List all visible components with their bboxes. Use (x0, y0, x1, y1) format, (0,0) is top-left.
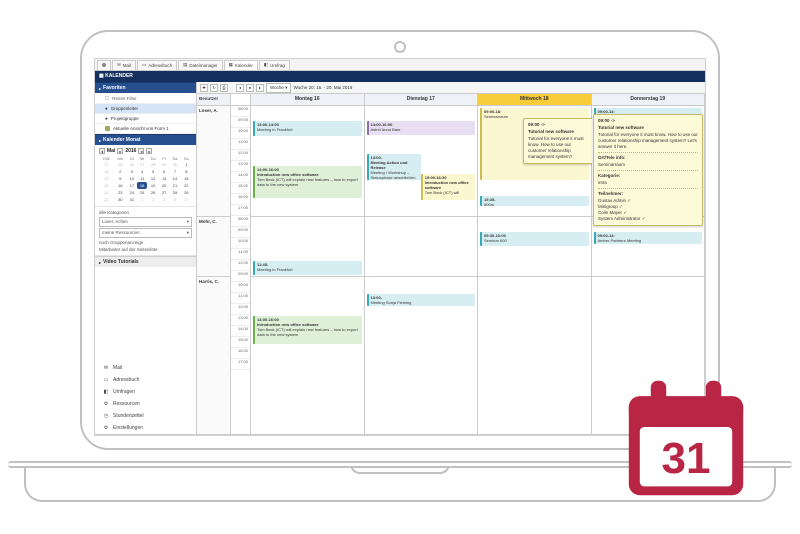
day-header-wed[interactable]: Mittwoch 18 (478, 94, 591, 106)
filter-sidelist[interactable]: Mitarbeiter auf der Seitenliste (99, 246, 192, 253)
day-header-tue[interactable]: Dienstag 17 (365, 94, 478, 106)
event[interactable]: 14:00-16:00Astrid Anna Baer (367, 121, 476, 135)
sidebar-section-favorites[interactable]: Favoriten (95, 82, 196, 93)
nav-mail[interactable]: ✉Mail (95, 362, 196, 374)
event[interactable]: 15:00-16:30Introduction new office softw… (421, 174, 475, 200)
calendar-toolbar: ✚ ↻ ⎙ ◂ ● ▸ Woche ▾ Woche 20: 16. - 20. … (197, 82, 705, 94)
nav-settings[interactable]: ⚙Einstellungen (95, 422, 196, 434)
mail-icon: ✉ (103, 365, 109, 371)
tab-home[interactable] (97, 60, 111, 70)
calendar-day-icon: 31 (620, 372, 752, 504)
filter-user-select[interactable]: Loser, Achim▾ (99, 217, 192, 227)
sidebar-filters: alle Kategorien Loser, Achim▾ meine Ress… (95, 207, 196, 256)
mini-next-month[interactable]: ▸ (117, 148, 123, 154)
event[interactable]: 14:00-16:00Introduction new office softw… (253, 166, 362, 198)
nav-resources[interactable]: ⚙Ressourcen (95, 398, 196, 410)
day-col-mon: Montag 16 13:00-14:00Meeting in Frankfur… (251, 94, 365, 434)
toolbar-today[interactable]: ● (246, 84, 254, 92)
tab-mail[interactable]: ✉ Mail (112, 60, 136, 70)
fav-item-0[interactable]: ▢ Reiner Filter (95, 93, 196, 104)
sidebar: Favoriten ▢ Reiner Filter ● Gruppenleite… (95, 82, 197, 434)
toolbar-next[interactable]: ▸ (256, 84, 264, 92)
fav-item-1[interactable]: ● Gruppenleiter (95, 104, 196, 114)
toolbar-new[interactable]: ✚ (200, 84, 208, 92)
time-column: 08:0009:0010:0011:0012:0013:0014:0015:00… (231, 94, 251, 434)
event[interactable]: 13:00-Meeting Action und ReleaseMeeting … (367, 154, 421, 180)
mini-calendar: ◂ Mai ▸ 2016 ◂ ▸ KWMoDiMiDoFrSaSo 172526… (95, 145, 196, 207)
fav-item-3[interactable]: Aktuelle Ansicht von Form 1 (95, 124, 196, 134)
footer-text: Powered by Digital-I-Development CRL 12.… (95, 434, 705, 436)
mini-prev-month[interactable]: ◂ (99, 148, 105, 154)
toolbar-refresh[interactable]: ↻ (210, 84, 218, 92)
nav-addressbook[interactable]: ▭Adressbuch (95, 374, 196, 386)
day-col-tue: Dienstag 17 14:00-16:00Astrid Anna Baer … (365, 94, 479, 434)
clock-icon: ◷ (103, 413, 109, 419)
tab-addressbook[interactable]: ▭ Adressbuch (137, 60, 177, 70)
day-col-wed: Mittwoch 18 09:00-18:Seminarraum 15:35-8… (478, 94, 592, 434)
toolbar-prev[interactable]: ◂ (236, 84, 244, 92)
tab-calendar[interactable]: ▦ Kalender (224, 60, 258, 70)
mini-next-year[interactable]: ▸ (146, 148, 152, 154)
event[interactable]: 13:00-Meeting Sonja Fleming (367, 294, 476, 306)
event[interactable]: 09:30-10:00Seminar 600 (480, 232, 589, 246)
event[interactable]: 15:35-800m (480, 196, 589, 206)
svg-text:31: 31 (662, 434, 711, 483)
event[interactable]: 14:00-16:00Introduction new office softw… (253, 316, 362, 344)
app-screen: ✉ Mail ▭ Adressbuch ▤ Dateimanager ▦ Kal… (94, 58, 706, 436)
tab-filemanager[interactable]: ▤ Dateimanager (178, 60, 223, 70)
toolbar-view-select[interactable]: Woche ▾ (266, 83, 291, 93)
poll-icon: ◧ (103, 389, 109, 395)
event[interactable]: 09:00-14:Amber-Partners Meeting (594, 232, 703, 244)
filter-resource-select[interactable]: meine Ressourcen▾ (99, 228, 192, 238)
fav-item-2[interactable]: ● Projektgruppe (95, 114, 196, 124)
nav-timesheet[interactable]: ◷Stundenzettel (95, 410, 196, 422)
gear-icon: ⚙ (103, 401, 109, 407)
mini-year-label: 2016 (125, 148, 136, 154)
filter-categories[interactable]: alle Kategorien (99, 209, 192, 216)
filter-groupview[interactable]: noch Gruppenanzeige (99, 239, 192, 246)
tab-poll[interactable]: ◧ Umfrag (259, 60, 290, 70)
event[interactable]: 11:45-Meeting in Frankfurt (253, 261, 362, 275)
app-brand: ▦ KALENDER (95, 71, 705, 82)
user-column: Benutzer Loser, A. Mohr, C. Harris, C. (197, 94, 231, 434)
event[interactable]: 13:00-14:00Meeting in Frankfurt (253, 121, 362, 136)
toolbar-print[interactable]: ⎙ (220, 84, 228, 92)
sidebar-section-month[interactable]: Kalender Monat (95, 134, 196, 145)
user-row-0: Loser, A. (197, 106, 230, 216)
day-header-mon[interactable]: Montag 16 (251, 94, 364, 106)
event-tooltip-small: 09:00 -> Tutorial new software Tutorial … (523, 118, 595, 164)
nav-polls[interactable]: ◧Umfragen (95, 386, 196, 398)
day-header-thu[interactable]: Donnerstag 19 (592, 94, 705, 106)
main-tabstrip: ✉ Mail ▭ Adressbuch ▤ Dateimanager ▦ Kal… (95, 59, 705, 71)
user-row-1: Mohr, C. (197, 216, 230, 276)
book-icon: ▭ (103, 377, 109, 383)
sidebar-section-tutorials[interactable]: Video Tutorials (95, 256, 196, 267)
toolbar-date-range: Woche 20: 16. - 20. Mai 2016 (293, 85, 352, 90)
user-column-header: Benutzer (197, 94, 230, 106)
event-tooltip-large: 09:00 -> Tutorial new software Tutorial … (593, 114, 703, 226)
mini-month-label: Mai (107, 148, 115, 154)
mini-calendar-grid[interactable]: KWMoDiMiDoFrSaSo 172526272829301 1823456… (99, 156, 192, 203)
user-row-2: Harris, C. (197, 276, 230, 386)
settings-icon: ⚙ (103, 425, 109, 431)
mini-prev-year[interactable]: ◂ (138, 148, 144, 154)
